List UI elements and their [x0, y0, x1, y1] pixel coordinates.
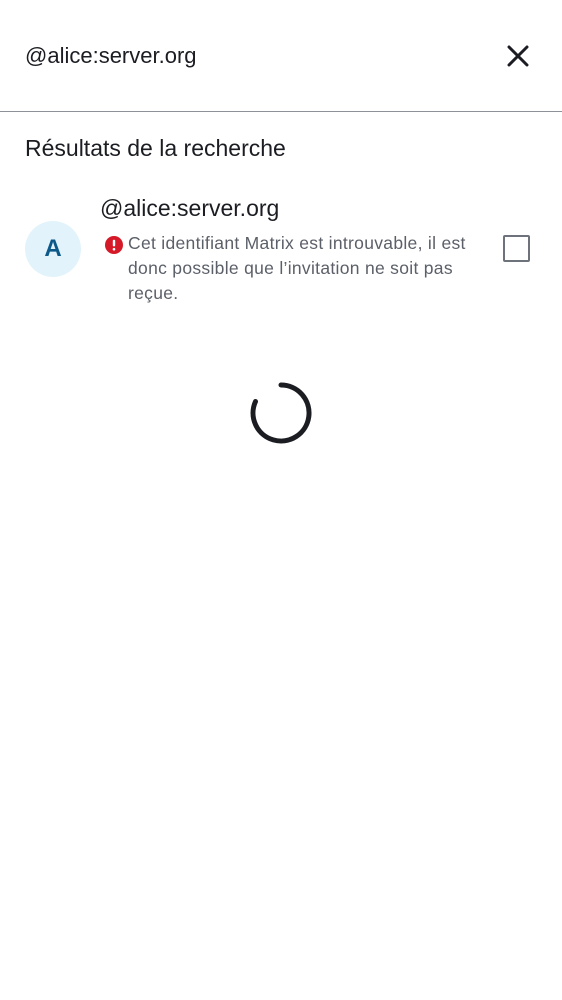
close-icon: [507, 45, 529, 67]
close-button[interactable]: [498, 36, 538, 76]
loading-spinner: [250, 382, 312, 444]
search-input[interactable]: [25, 40, 465, 72]
user-id: @alice:server.org: [100, 195, 280, 221]
error-icon: [105, 236, 123, 254]
search-bar: [0, 0, 562, 112]
avatar: A: [25, 221, 81, 277]
warning-text: Cet identifiant Matrix est introuvable, …: [128, 233, 466, 303]
list-item[interactable]: A @alice:server.org Cet identifiant Matr…: [0, 190, 562, 310]
section-title: Résultats de la recherche: [25, 135, 286, 161]
select-checkbox[interactable]: [503, 235, 530, 262]
